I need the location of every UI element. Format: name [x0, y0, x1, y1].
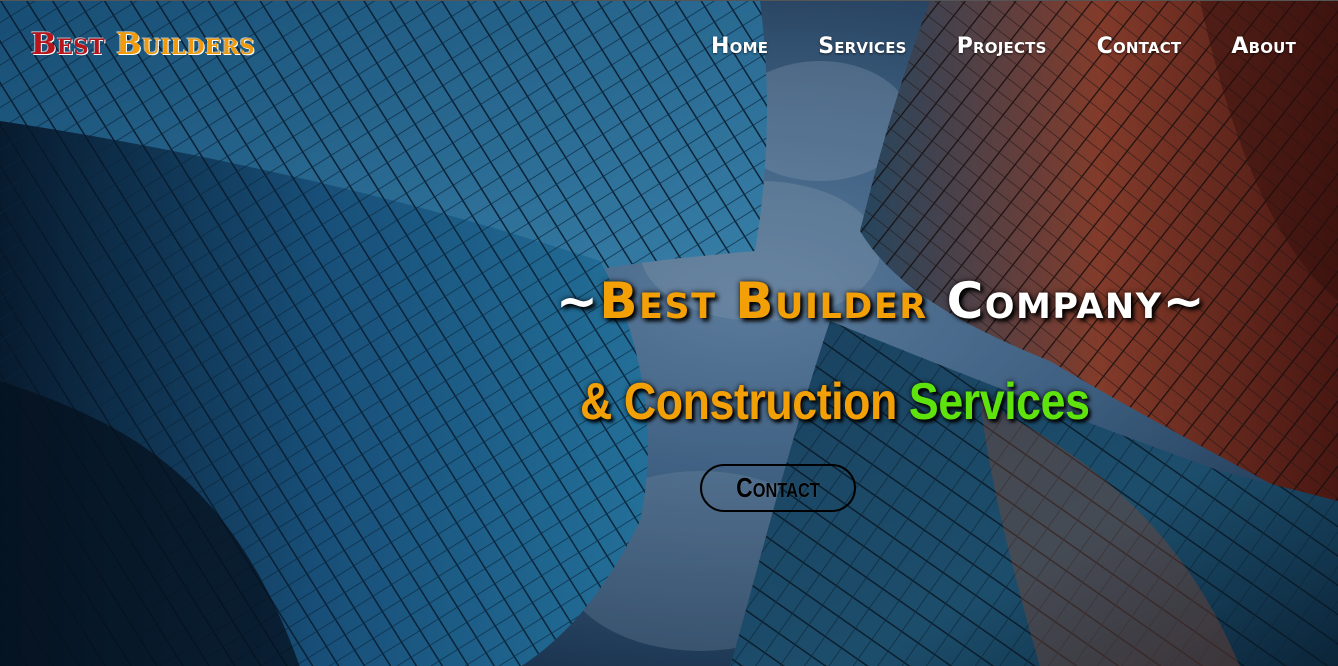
hero-headline-services: & Construction Services [580, 369, 1090, 435]
headline-construction: & Construction [580, 373, 897, 431]
hero-headline-company: ~Best Builder Company~ [556, 269, 1206, 333]
page: Best Builders Home Services Projects Con… [0, 0, 1338, 666]
brand-logo[interactable]: Best Builders [31, 27, 255, 63]
headline-company: Company [946, 272, 1163, 330]
main-nav: Home Services Projects Contact About [711, 31, 1296, 63]
headline-services: Services [908, 373, 1090, 431]
headline-best-builder: Best Builder [599, 272, 928, 330]
hero-overlay [0, 1, 1338, 666]
contact-button-label: Contact [736, 472, 820, 503]
nav-link-contact[interactable]: Contact [1097, 31, 1182, 63]
headline-tilde-left: ~ [556, 272, 600, 330]
nav-link-about[interactable]: About [1231, 31, 1296, 63]
nav-link-services[interactable]: Services [818, 31, 907, 63]
nav-link-projects[interactable]: Projects [957, 31, 1047, 63]
headline-tilde-right: ~ [1162, 272, 1206, 330]
brand-logo-word-1: Best [31, 27, 106, 62]
nav-link-home[interactable]: Home [711, 31, 768, 63]
contact-button[interactable]: Contact [700, 464, 856, 512]
brand-logo-word-2: Builders [116, 27, 256, 62]
